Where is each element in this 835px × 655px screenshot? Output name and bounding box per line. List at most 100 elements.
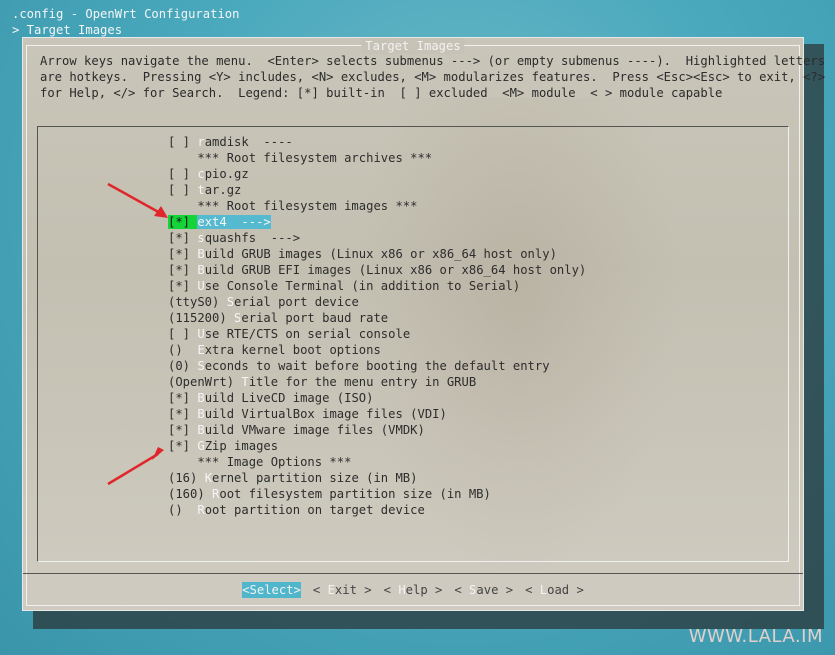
menu-item-prefix: ()	[168, 343, 198, 357]
menu-item-label: ernel partition size (in MB)	[212, 471, 418, 485]
menu-item[interactable]: [ ] Use RTE/CTS on serial console	[168, 326, 586, 342]
help-text: Arrow keys navigate the menu. <Enter> se…	[40, 53, 825, 101]
menu-item[interactable]: [*] Build VirtualBox image files (VDI)	[168, 406, 586, 422]
menu-item-hotkey: G	[197, 439, 205, 453]
menu-item[interactable]: (160) Root filesystem partition size (in…	[168, 486, 586, 502]
load-button[interactable]: < Load >	[525, 582, 584, 598]
menu-item[interactable]: [*] Build GRUB images (Linux x86 or x86_…	[168, 246, 586, 262]
menu-item[interactable]: [*] ext4 --->	[168, 214, 586, 230]
menu-item-prefix: [ ]	[168, 135, 198, 149]
menu-item[interactable]: [ ] ramdisk ----	[168, 134, 586, 150]
menu-item[interactable]: [ ] tar.gz	[168, 182, 586, 198]
menu-item-label: Zip images	[204, 439, 279, 453]
button-bracket: >	[356, 583, 372, 597]
button-bracket: >	[569, 583, 584, 597]
menu-item-hotkey: B	[197, 407, 205, 421]
menu-item-label: uild GRUB EFI images (Linux x86 or x86_6…	[204, 263, 587, 277]
save-button[interactable]: < Save >	[454, 582, 513, 598]
button-bracket: <	[454, 583, 470, 597]
menu-item-hotkey: B	[197, 423, 205, 437]
menu-list: [ ] ramdisk ---- *** Root filesystem arc…	[168, 134, 586, 518]
button-bracket: >	[293, 583, 301, 597]
menu-item-hotkey: K	[204, 471, 213, 485]
menu-item-prefix: (115200)	[168, 311, 235, 325]
menu-item-hotkey: B	[197, 391, 205, 405]
menu-item-label: oot partition on target device	[204, 503, 425, 517]
menu-item[interactable]: () Root partition on target device	[168, 502, 586, 518]
menu-item-hotkey: B	[197, 247, 205, 261]
menu-item[interactable]: (ttyS0) Serial port device	[168, 294, 586, 310]
menu-item[interactable]: [*] Build GRUB EFI images (Linux x86 or …	[168, 262, 586, 278]
menu-item-prefix: ()	[168, 503, 198, 517]
breadcrumb: > Target Images	[12, 23, 123, 37]
menu-item-label: pio.gz	[204, 167, 249, 181]
help-button[interactable]: < Help >	[384, 582, 443, 598]
menu-item-hotkey: B	[197, 263, 205, 277]
menu-item-hotkey: T	[241, 375, 249, 389]
menu-item-label: econds to wait before booting the defaul…	[204, 359, 550, 373]
menu-item[interactable]: *** Root filesystem archives ***	[168, 150, 586, 166]
menu-item-label: se Console Terminal (in addition to Seri…	[204, 279, 521, 293]
menu-item-prefix: [*]	[168, 407, 198, 421]
button-hotkey: H	[398, 583, 406, 597]
menu-item[interactable]: [*] squashfs --->	[168, 230, 586, 246]
menu-item-label: amdisk ----	[204, 135, 293, 149]
help-line-2: are hotkeys. Pressing <Y> includes, <N> …	[40, 70, 826, 84]
button-bracket: <	[525, 583, 540, 597]
select-button[interactable]: <Select>	[242, 582, 301, 598]
menu-item-label: uild LiveCD image (ISO)	[204, 391, 374, 405]
menu-item[interactable]: [*] Build VMware image files (VMDK)	[168, 422, 586, 438]
menu-item-label: erial port device	[234, 295, 359, 309]
menu-item-prefix: (0)	[168, 359, 198, 373]
menu-item-label: se RTE/CTS on serial console	[204, 327, 411, 341]
menu-item-label: ar.gz	[204, 183, 242, 197]
menu-item-hotkey: e	[197, 215, 205, 229]
menu-item-label: uild VirtualBox image files (VDI)	[204, 407, 447, 421]
menu-box: [ ] ramdisk ---- *** Root filesystem arc…	[37, 126, 789, 562]
menu-item[interactable]: (16) Kernel partition size (in MB)	[168, 470, 586, 486]
button-row: <Select> < Exit > < Help > < Save > < Load >	[23, 582, 803, 598]
button-separator	[23, 573, 803, 574]
button-bracket: >	[427, 583, 443, 597]
menu-item[interactable]: [ ] cpio.gz	[168, 166, 586, 182]
button-hotkey: S	[249, 583, 257, 597]
menu-item-label: oot filesystem partition size (in MB)	[219, 487, 491, 501]
button-bracket: <	[383, 583, 399, 597]
menu-item-hotkey: c	[197, 167, 205, 181]
menu-item-hotkey: s	[197, 231, 205, 245]
menu-item[interactable]: (0) Seconds to wait before booting the d…	[168, 358, 586, 374]
menu-item-label: xtra kernel boot options	[204, 343, 381, 357]
menu-item[interactable]: (OpenWrt) Title for the menu entry in GR…	[168, 374, 586, 390]
menuconfig-dialog: Target Images Arrow keys navigate the me…	[22, 37, 825, 611]
menu-item[interactable]: (115200) Serial port baud rate	[168, 310, 586, 326]
button-label: elect	[256, 583, 294, 597]
menu-item[interactable]: [*] GZip images	[168, 438, 586, 454]
menu-item-prefix: [ ]	[168, 167, 198, 181]
menu-item-label: quashfs --->	[204, 231, 301, 245]
menu-item-hotkey: r	[197, 135, 205, 149]
selected-checkbox[interactable]: [*]	[168, 215, 198, 229]
menu-item-hotkey: R	[197, 503, 205, 517]
menu-item-label: uild VMware image files (VMDK)	[204, 423, 425, 437]
menu-item-hotkey: E	[197, 343, 205, 357]
menu-item-prefix: [*]	[168, 215, 198, 229]
menu-item-prefix: (ttyS0)	[168, 295, 227, 309]
button-label: elp	[405, 583, 428, 597]
menu-item-hotkey: U	[197, 279, 205, 293]
menu-item[interactable]: [*] Build LiveCD image (ISO)	[168, 390, 586, 406]
menu-item-hotkey: t	[197, 183, 205, 197]
menu-item[interactable]: *** Image Options ***	[168, 454, 586, 470]
menu-item[interactable]: [*] Use Console Terminal (in addition to…	[168, 278, 586, 294]
menu-item-prefix: [*]	[168, 423, 198, 437]
menu-item-hotkey: S	[197, 359, 205, 373]
exit-button[interactable]: < Exit >	[313, 582, 372, 598]
help-line-1: Arrow keys navigate the menu. <Enter> se…	[40, 54, 826, 68]
menu-item-prefix: (16)	[168, 471, 205, 485]
menu-item[interactable]: *** Root filesystem images ***	[168, 198, 586, 214]
terminal-title: .config - OpenWrt Configuration	[12, 7, 240, 21]
button-hotkey: E	[327, 583, 335, 597]
menu-item-prefix: (160)	[168, 487, 213, 501]
menu-item[interactable]: () Extra kernel boot options	[168, 342, 586, 358]
button-label: xit	[334, 583, 357, 597]
button-label: ave	[476, 583, 499, 597]
